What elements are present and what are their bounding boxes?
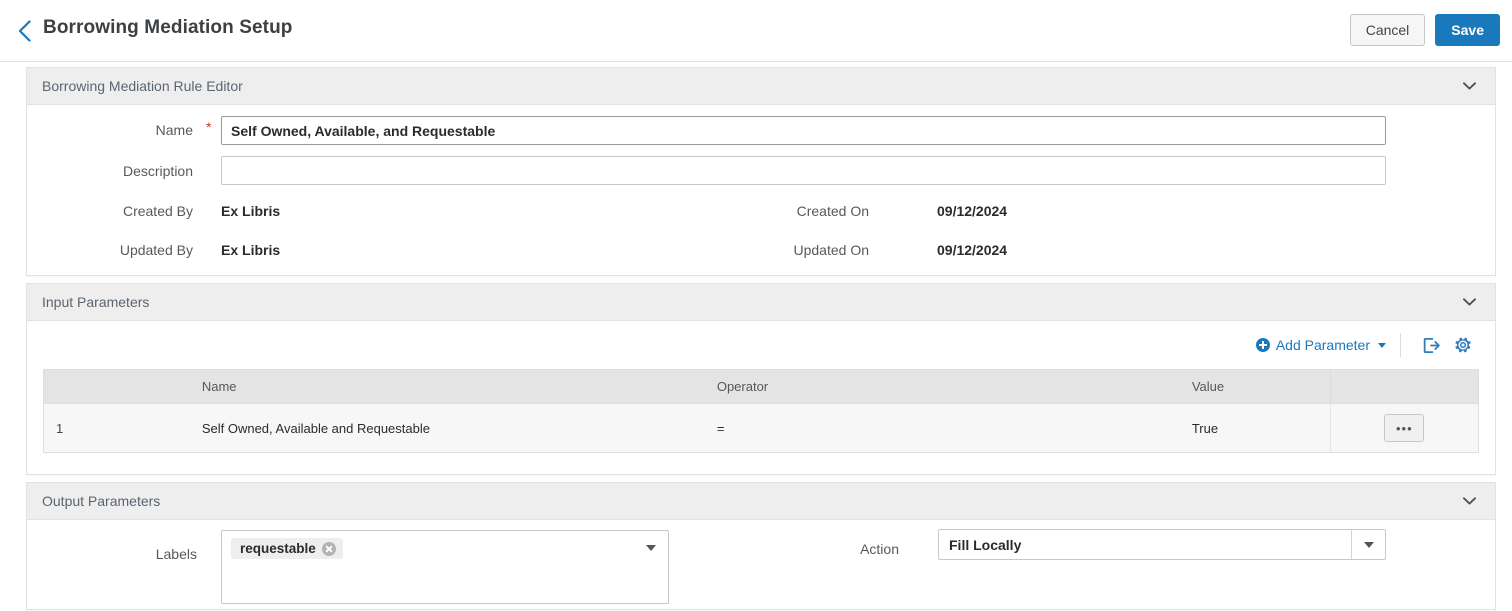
rule-editor-collapse-toggle[interactable] [1457, 68, 1481, 104]
output-parameters-panel-title: Output Parameters [42, 493, 161, 509]
top-bar: Borrowing Mediation Setup Cancel Save [0, 0, 1512, 62]
row-name: Self Owned, Available and Requestable [191, 403, 707, 453]
top-bar-actions: Cancel Save [1349, 14, 1500, 46]
label-chip: requestable [231, 538, 343, 559]
remove-label-chip-button[interactable] [321, 541, 336, 556]
output-parameters-panel-body: Labels requestable Action Fill Locally [27, 520, 1495, 608]
created-on-label: Created On [796, 203, 869, 219]
description-input[interactable] [221, 156, 1386, 185]
chevron-left-icon [18, 20, 31, 42]
output-parameters-panel-header[interactable]: Output Parameters [27, 482, 1495, 520]
page-body: Borrowing Mediation Rule Editor Name * D… [0, 62, 1512, 611]
row-actions-button[interactable]: ••• [1384, 414, 1425, 442]
export-button[interactable] [1415, 331, 1447, 359]
input-parameters-panel-title: Input Parameters [42, 294, 150, 310]
table-header: Name Operator Value [43, 369, 1479, 404]
created-by-value: Ex Libris [221, 203, 281, 219]
caret-down-icon [1363, 541, 1374, 548]
created-row: Created By Ex Libris Created On 09/12/20… [27, 192, 1495, 231]
input-parameters-toolbar-actions: Add Parameter [1255, 321, 1479, 369]
row-value: True [1181, 403, 1331, 453]
table-header-row: Name Operator Value [43, 369, 1479, 404]
name-label: Name [155, 122, 193, 138]
settings-button[interactable] [1447, 331, 1479, 359]
input-parameters-toolbar: Add Parameter [27, 321, 1495, 369]
caret-down-icon [1378, 342, 1386, 348]
input-parameters-table: Name Operator Value 1 Self Owned, Availa… [43, 369, 1479, 453]
name-required-marker: * [206, 119, 212, 135]
column-header-operator[interactable]: Operator [706, 369, 1182, 404]
name-input[interactable] [221, 116, 1386, 145]
plus-circle-icon [1255, 338, 1270, 352]
updated-row: Updated By Ex Libris Updated On 09/12/20… [27, 231, 1495, 270]
updated-by-value: Ex Libris [221, 242, 281, 258]
cancel-button[interactable]: Cancel [1349, 14, 1426, 46]
updated-by-label: Updated By [119, 242, 193, 258]
output-parameters-collapse-toggle[interactable] [1457, 483, 1481, 519]
caret-down-icon[interactable] [646, 545, 656, 551]
description-label: Description [122, 163, 193, 179]
name-row: Name * [27, 105, 1495, 152]
rule-editor-panel-header[interactable]: Borrowing Mediation Rule Editor [27, 67, 1495, 105]
column-header-actions [1329, 369, 1479, 404]
input-parameters-panel-body: Add Parameter Name Operator Value 1 Self… [27, 321, 1495, 453]
label-chip-text: requestable [240, 541, 316, 556]
chevron-down-icon [1462, 497, 1476, 505]
labels-label: Labels [155, 546, 197, 562]
labels-multiselect[interactable]: requestable [221, 530, 669, 604]
action-select[interactable]: Fill Locally [938, 529, 1386, 560]
action-select-arrow[interactable] [1351, 530, 1385, 559]
gear-icon [1455, 337, 1471, 353]
toolbar-divider [1400, 333, 1401, 357]
action-label: Action [860, 541, 899, 557]
created-on-value: 09/12/2024 [937, 203, 1008, 219]
column-header-value[interactable]: Value [1181, 369, 1331, 404]
input-parameters-panel: Input Parameters Add Parameter Name Oper… [26, 283, 1496, 475]
column-header-name[interactable]: Name [191, 369, 707, 404]
add-parameter-label: Add Parameter [1275, 337, 1370, 353]
updated-on-value: 09/12/2024 [937, 242, 1008, 258]
rule-editor-panel-title: Borrowing Mediation Rule Editor [42, 78, 243, 94]
created-by-label: Created By [122, 203, 193, 219]
page-title: Borrowing Mediation Setup [43, 17, 293, 38]
output-parameters-panel: Output Parameters Labels requestable Act… [26, 482, 1496, 610]
export-icon [1423, 337, 1440, 353]
input-parameters-panel-header[interactable]: Input Parameters [27, 283, 1495, 321]
table-row[interactable]: 1 Self Owned, Available and Requestable … [43, 403, 1479, 453]
rule-editor-panel: Borrowing Mediation Rule Editor Name * D… [26, 67, 1496, 276]
chevron-down-icon [1462, 82, 1476, 90]
save-button[interactable]: Save [1435, 14, 1500, 46]
updated-on-label: Updated On [793, 242, 870, 258]
input-parameters-collapse-toggle[interactable] [1457, 284, 1481, 320]
row-operator: = [706, 403, 1182, 453]
rule-editor-panel-body: Name * Description Created By Ex Libris … [27, 105, 1495, 270]
action-select-value: Fill Locally [949, 536, 1022, 553]
add-parameter-button[interactable]: Add Parameter [1255, 337, 1400, 353]
column-header-index [43, 369, 192, 404]
description-row: Description [27, 152, 1495, 192]
chevron-down-icon [1462, 298, 1476, 306]
row-index: 1 [43, 403, 192, 453]
back-button[interactable] [12, 17, 36, 45]
table-body: 1 Self Owned, Available and Requestable … [43, 403, 1479, 453]
row-actions-cell: ••• [1329, 403, 1479, 453]
